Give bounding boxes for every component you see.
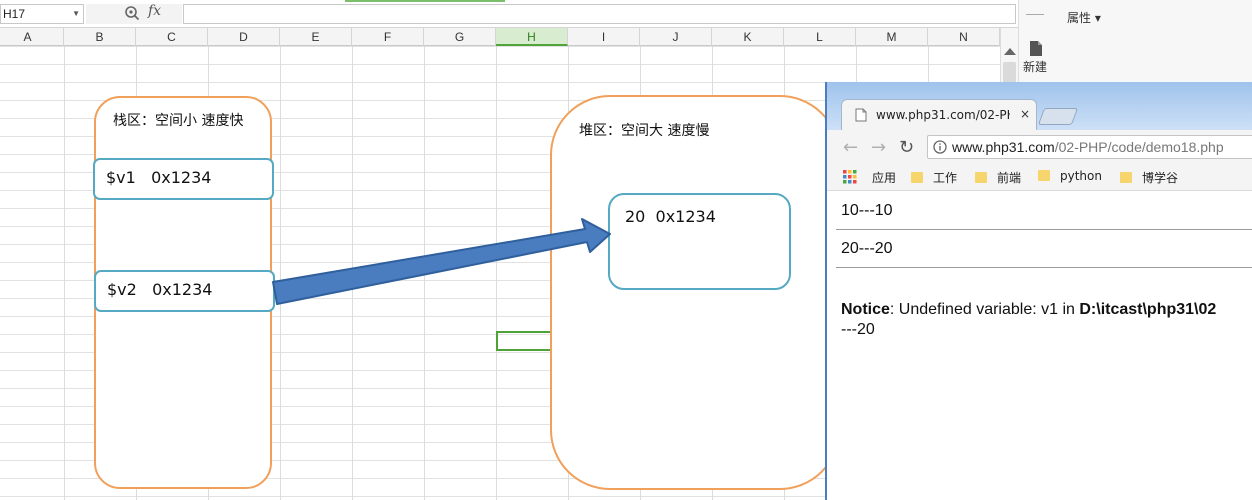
notice-label: Notice (841, 301, 890, 318)
bookmark-boxuegu[interactable]: 博学谷 (1120, 169, 1178, 186)
column-header-i[interactable]: I (568, 28, 640, 46)
bookmark-frontend[interactable]: 前端 (975, 169, 1021, 186)
stack-label: 栈区：空间小 速度快 (113, 113, 244, 129)
column-header-g[interactable]: G (424, 28, 496, 46)
url-path: /02-PHP/code/demo18.php (1054, 139, 1224, 155)
formula-input[interactable] (183, 4, 1016, 24)
apps-icon[interactable] (843, 170, 857, 184)
column-header-k[interactable]: K (712, 28, 784, 46)
heap-label: 堆区：空间大 速度慢 (579, 123, 710, 139)
bookmark-boxuegu-label: 博学谷 (1142, 171, 1179, 185)
bookmark-work[interactable]: 工作 (911, 169, 957, 186)
folder-icon (911, 172, 923, 183)
url-host: www.php31.com (952, 139, 1055, 155)
browser-tab[interactable]: www.php31.com/02-PHP × (841, 99, 1037, 130)
bookmark-python[interactable]: python (1038, 169, 1102, 183)
scroll-up-icon[interactable] (1004, 48, 1016, 55)
column-header-d[interactable]: D (208, 28, 280, 46)
zoom-icon[interactable] (124, 5, 140, 21)
column-header-f[interactable]: F (352, 28, 424, 46)
variable-v2-box: $v2 0x1234 (94, 270, 275, 312)
notice-message: Notice: Undefined variable: v1 in D:\itc… (841, 301, 1216, 319)
new-tab-button[interactable] (1037, 108, 1079, 125)
url-text: www.php31.com/02-PHP/code/demo18.php (952, 139, 1224, 155)
info-icon[interactable] (933, 140, 947, 154)
reference-arrow (272, 218, 611, 305)
address-bar[interactable]: www.php31.com/02-PHP/code/demo18.php (927, 135, 1252, 159)
folder-icon (975, 172, 987, 183)
divider (836, 267, 1252, 268)
output-line-4: ---20 (841, 321, 875, 338)
bookmark-apps[interactable]: 应用 (872, 169, 896, 186)
notice-text: : Undefined variable: v1 in (889, 301, 1080, 318)
bookmarks-bar: 应用 工作 前端 python 博学谷 (827, 164, 1252, 191)
fx-icon[interactable]: fx (148, 3, 161, 19)
output-line-1: 10---10 (841, 202, 893, 219)
name-box[interactable]: H17 ▼ (0, 4, 84, 24)
back-icon[interactable]: ← (843, 137, 858, 158)
column-header-e[interactable]: E (280, 28, 352, 46)
variable-v1-box: $v1 0x1234 (93, 158, 274, 200)
browser-titlebar: www.php31.com/02-PHP × (827, 82, 1252, 130)
column-header-c[interactable]: C (136, 28, 208, 46)
divider (836, 229, 1252, 230)
panel-grip (1026, 14, 1044, 15)
folder-icon (1038, 170, 1050, 181)
bookmark-frontend-label: 前端 (997, 171, 1022, 185)
column-header-a[interactable]: A (0, 28, 64, 46)
column-header: A B C D E F G H I J K L M N (0, 28, 1000, 46)
column-header-l[interactable]: L (784, 28, 856, 46)
screen-root: H17 ▼ fx A B C D E F G H I J K L M N 属性 … (0, 0, 1252, 500)
browser-toolbar: ← → ↻ www.php31.com/02-PHP/code/demo18.p… (827, 130, 1252, 164)
formula-bar: H17 ▼ fx (0, 0, 1018, 28)
new-button-label[interactable]: 新建 (1023, 58, 1047, 75)
bookmark-python-label: python (1060, 169, 1102, 183)
name-box-value: H17 (3, 7, 26, 21)
folder-icon (1120, 172, 1132, 183)
column-header-j[interactable]: J (640, 28, 712, 46)
column-header-m[interactable]: M (856, 28, 928, 46)
column-header-b[interactable]: B (64, 28, 136, 46)
output-line-2: 20---20 (841, 240, 893, 257)
bookmark-work-label: 工作 (933, 171, 958, 185)
active-tab-indicator (345, 0, 505, 2)
page-content: 10---10 20---20 Notice: Undefined variab… (827, 191, 1252, 500)
reload-icon[interactable]: ↻ (899, 137, 914, 158)
close-icon[interactable]: × (1020, 107, 1030, 121)
forward-icon[interactable]: → (871, 137, 886, 158)
column-header-h[interactable]: H (496, 28, 568, 46)
heap-value-box: 20 0x1234 (608, 193, 791, 290)
notice-path: D:\itcast\php31\02 (1079, 301, 1217, 318)
tab-title: www.php31.com/02-PHP (876, 108, 1010, 122)
properties-button[interactable]: 属性 ▾ (1067, 9, 1101, 26)
page-icon (855, 108, 867, 122)
column-header-n[interactable]: N (928, 28, 1000, 46)
chevron-down-icon[interactable]: ▼ (72, 5, 80, 23)
browser-window: www.php31.com/02-PHP × ← → ↻ www.php31.c… (825, 82, 1252, 500)
new-document-icon[interactable] (1029, 40, 1043, 57)
